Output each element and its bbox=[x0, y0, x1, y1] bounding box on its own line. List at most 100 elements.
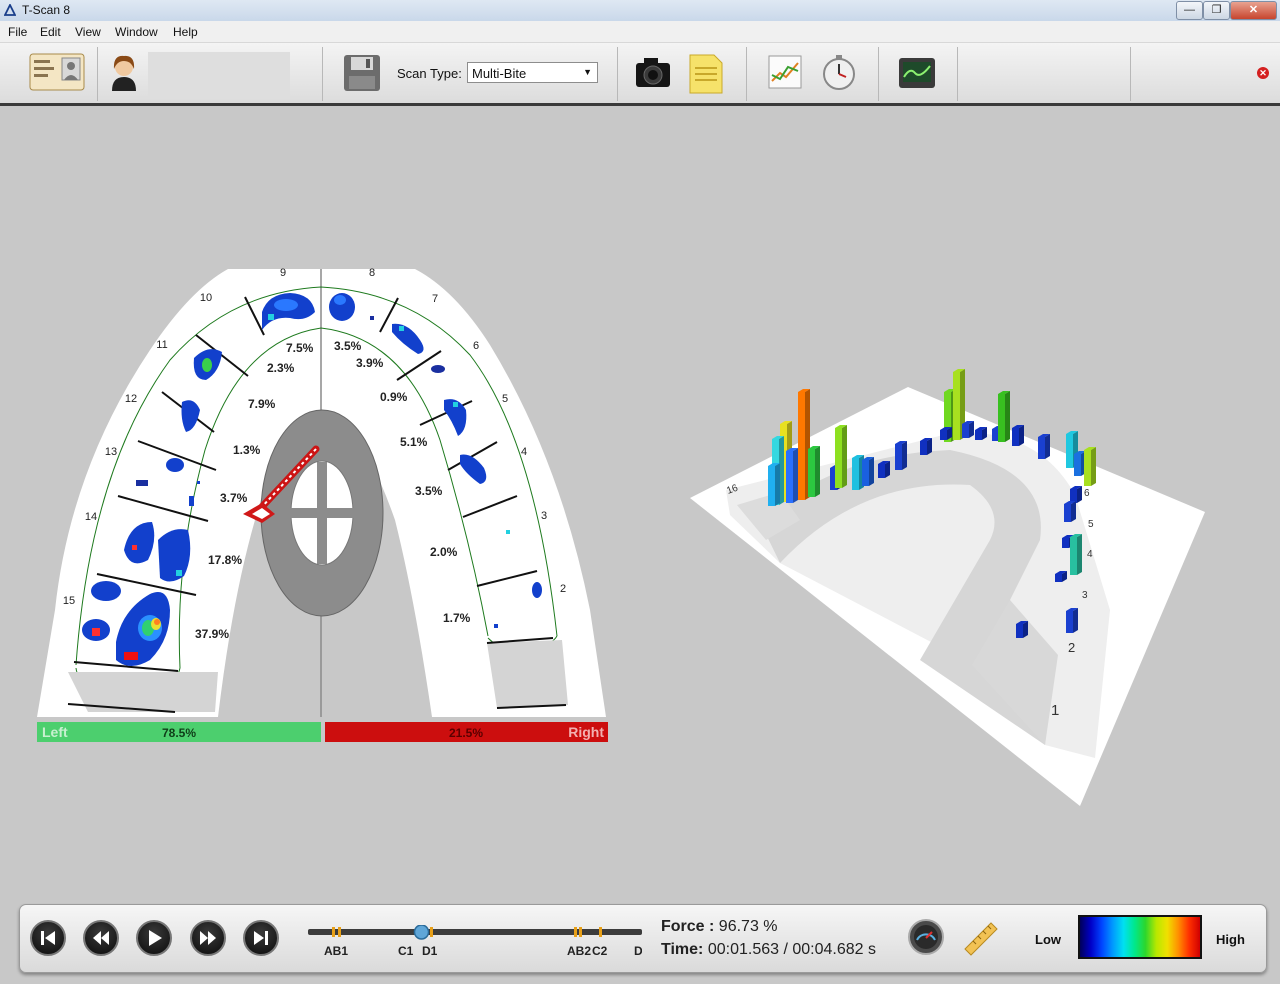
force-bar-3d-front bbox=[808, 449, 815, 497]
force-bar-3d-side bbox=[793, 448, 798, 503]
force-bar-3d-front bbox=[1064, 504, 1071, 522]
force-bar-3d-front bbox=[878, 464, 885, 478]
skip-start-button[interactable] bbox=[30, 920, 66, 956]
patient-name-field[interactable] bbox=[148, 52, 290, 98]
patient-id-icon[interactable] bbox=[28, 50, 88, 94]
force-bar-3d-front bbox=[920, 441, 927, 455]
force-bar-3d-front bbox=[1066, 611, 1073, 633]
chevron-down-icon: ▼ bbox=[583, 67, 592, 77]
skip-start-icon bbox=[41, 931, 55, 945]
toolbar: Scan Type: Multi-Bite ▼ bbox=[0, 43, 1280, 106]
force-readout: Force : 96.73 % bbox=[661, 918, 778, 936]
close-window-button[interactable]: ✕ bbox=[1230, 1, 1277, 20]
force-bar-3d-front bbox=[962, 424, 969, 438]
timeline-marker-label: C1 bbox=[398, 944, 414, 958]
ruler-icon[interactable] bbox=[961, 919, 1001, 957]
skip-end-button[interactable] bbox=[243, 920, 279, 956]
arch-3d-label: 4 bbox=[1087, 549, 1093, 560]
toolbar-separator bbox=[878, 47, 879, 101]
force-bar-3d-side bbox=[1005, 391, 1010, 442]
force-bar-3d-front bbox=[835, 428, 842, 488]
timeline-marker-label: AB1 bbox=[324, 944, 348, 958]
force-color-legend bbox=[1078, 915, 1202, 959]
timeline-marker-label: AB2 bbox=[567, 944, 591, 958]
force-bar-3d-side bbox=[1091, 447, 1096, 486]
force-bar-3d-side bbox=[1071, 501, 1076, 522]
toolbar-separator bbox=[746, 47, 747, 101]
minimize-button[interactable]: — bbox=[1176, 1, 1203, 20]
timer-icon[interactable] bbox=[820, 53, 858, 91]
close-icon[interactable]: ✕ bbox=[1257, 67, 1269, 79]
force-bar-3d-front bbox=[1074, 454, 1081, 476]
timeline-marker-labels: AB1 C1 D1 AB2 C2 D2 bbox=[324, 944, 642, 958]
playback-panel: AB1 C1 D1 AB2 C2 D2 Force : 96.73 % Time… bbox=[19, 904, 1267, 973]
rewind-icon bbox=[93, 931, 109, 945]
timeline-marker-label: D2 bbox=[634, 944, 642, 958]
timeline-marker-label: C2 bbox=[592, 944, 608, 958]
menu-file[interactable]: File bbox=[8, 25, 27, 39]
force-value: 96.73 % bbox=[718, 918, 778, 935]
force-bar-3d-side bbox=[775, 463, 780, 506]
time-readout: Time: 00:01.563 / 00:04.682 s bbox=[661, 941, 876, 959]
skip-end-icon bbox=[254, 931, 268, 945]
camera-icon[interactable] bbox=[634, 55, 672, 89]
force-bar-3d-front bbox=[1038, 437, 1045, 459]
rewind-button[interactable] bbox=[83, 920, 119, 956]
monitor-icon[interactable] bbox=[898, 57, 936, 89]
force-bar-3d-front bbox=[1066, 434, 1073, 468]
notes-icon[interactable] bbox=[688, 53, 724, 95]
force-bar-3d-front bbox=[998, 394, 1005, 442]
scan-type-select[interactable]: Multi-Bite ▼ bbox=[467, 62, 598, 83]
force-bar-3d-front bbox=[852, 458, 859, 490]
timeline-marker-label: D1 bbox=[422, 944, 438, 958]
timeline-scrubber[interactable]: AB1 C1 D1 AB2 C2 D2 bbox=[308, 925, 642, 965]
menu-help[interactable]: Help bbox=[173, 25, 198, 39]
graph-icon[interactable] bbox=[768, 55, 802, 89]
time-label: Time: bbox=[661, 941, 704, 958]
title-bar: T-Scan 8 — ❐ ✕ bbox=[0, 0, 1280, 22]
timeline-thumb[interactable] bbox=[413, 925, 430, 940]
force-bar-3d-front bbox=[975, 430, 982, 440]
play-button[interactable] bbox=[136, 920, 172, 956]
menu-window[interactable]: Window bbox=[115, 25, 158, 39]
force-bar-3d-front bbox=[1070, 537, 1077, 575]
toolbar-separator bbox=[1130, 47, 1131, 101]
arch-3d-label: 3 bbox=[1082, 590, 1088, 601]
force-bar-3d-front bbox=[1062, 538, 1069, 548]
arch-3d-label: 1 bbox=[1051, 702, 1059, 719]
force-bar-3d-side bbox=[842, 425, 847, 488]
force-bar-3d-side bbox=[869, 457, 874, 486]
play-icon bbox=[149, 930, 162, 946]
fast-forward-icon bbox=[200, 931, 216, 945]
menu-edit[interactable]: Edit bbox=[40, 25, 61, 39]
force-bar-3d-front bbox=[940, 430, 947, 440]
force-bar-3d-front bbox=[786, 451, 793, 503]
force-bar-3d-front bbox=[992, 429, 999, 441]
save-icon[interactable] bbox=[343, 54, 381, 92]
force-bar-3d-front bbox=[895, 444, 902, 470]
fast-forward-button[interactable] bbox=[190, 920, 226, 956]
legend-high-label: High bbox=[1216, 932, 1245, 947]
force-bar-3d-side bbox=[902, 441, 907, 470]
force-bar-3d-front bbox=[768, 466, 775, 506]
toolbar-separator bbox=[617, 47, 618, 101]
force-bar-3d-side bbox=[1073, 608, 1078, 633]
scan-type-label: Scan Type: bbox=[397, 66, 462, 81]
force-bar-3d-front bbox=[798, 392, 805, 500]
restore-button[interactable]: ❐ bbox=[1203, 1, 1230, 20]
force-bar-3d-side bbox=[1019, 425, 1024, 446]
force-bar-3d-front bbox=[1016, 624, 1023, 638]
force-bar-3d-front bbox=[1070, 489, 1077, 503]
window-title: T-Scan 8 bbox=[22, 3, 71, 17]
toolbar-separator bbox=[957, 47, 958, 101]
time-value: 00:01.563 / 00:04.682 s bbox=[707, 941, 876, 958]
menu-view[interactable]: View bbox=[75, 25, 101, 39]
menu-bar: File Edit View Window Help bbox=[0, 21, 1280, 43]
legend-low-label: Low bbox=[1035, 932, 1061, 947]
arch-3d-label: 6 bbox=[1084, 488, 1090, 499]
patient-avatar-icon[interactable] bbox=[104, 51, 144, 91]
scan-type-value: Multi-Bite bbox=[472, 66, 527, 81]
gauge-icon[interactable] bbox=[907, 918, 945, 956]
force-label: Force : bbox=[661, 918, 715, 935]
app-logo-icon bbox=[4, 4, 16, 16]
